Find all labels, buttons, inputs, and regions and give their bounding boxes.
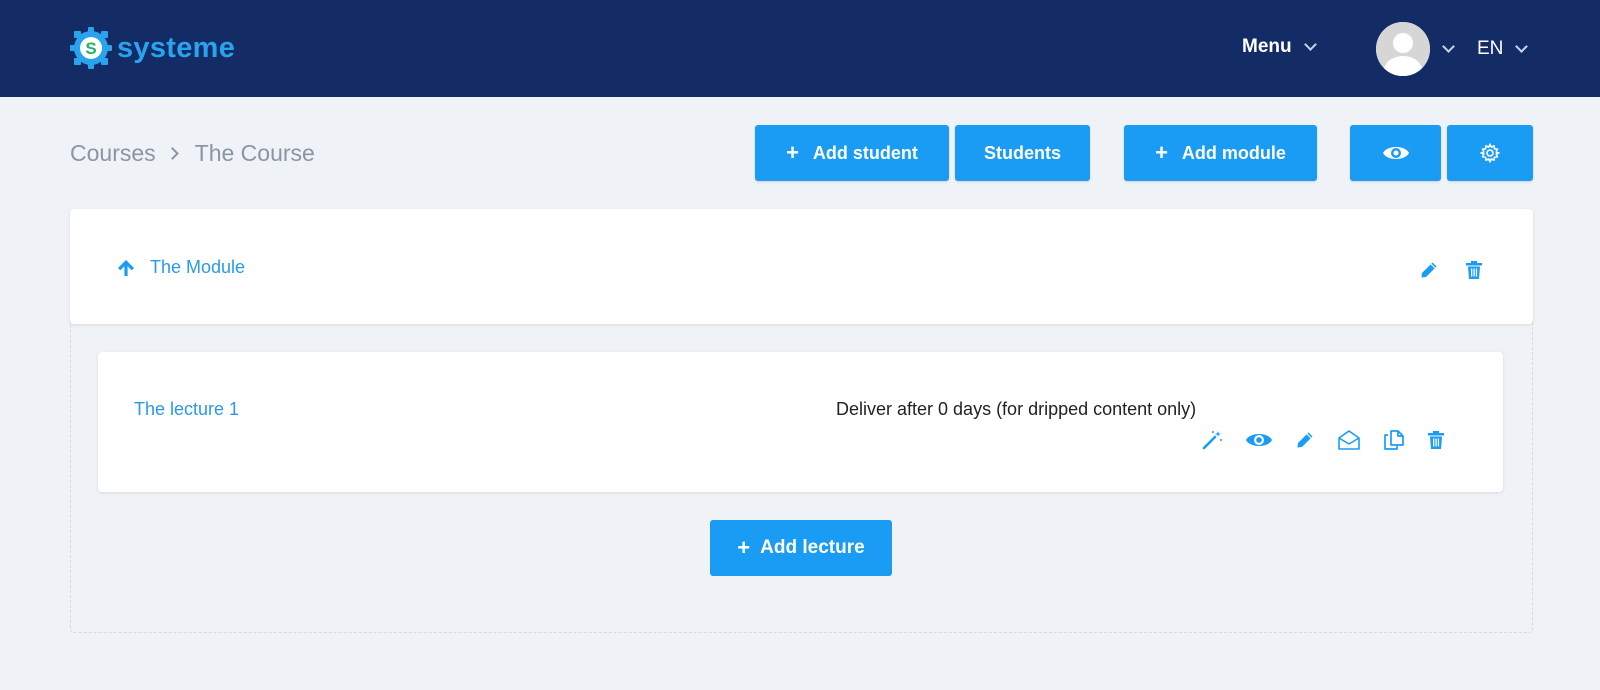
menu-label: Menu [1242,36,1292,57]
students-button[interactable]: Students [955,125,1090,181]
systeme-logo[interactable]: S systeme [69,26,235,70]
add-lecture-label: Add lecture [760,537,865,558]
breadcrumb: Courses The Course [70,140,315,167]
module-title-link[interactable]: The Module [116,257,245,278]
svg-text:S: S [85,39,96,58]
edit-lecture-page-button[interactable] [1201,429,1223,451]
lecture-delivery-text: Deliver after 0 days (for dripped conten… [836,399,1197,419]
add-student-label: Add student [812,142,918,163]
gear-icon [1480,143,1500,163]
language-label: EN [1477,38,1504,59]
pencil-icon [1297,432,1313,448]
delete-module-button[interactable] [1465,260,1483,280]
top-navbar: S systeme Menu EN [0,0,1600,97]
breadcrumb-courses[interactable]: Courses [70,140,156,167]
pencil-icon [1421,262,1437,278]
menu-dropdown[interactable]: Menu [1242,36,1317,58]
lecture-actions [1201,429,1467,451]
chevron-down-icon [1442,40,1455,53]
avatar[interactable] [1376,22,1430,76]
magic-wand-icon [1202,431,1222,450]
add-module-button[interactable]: + Add module [1124,125,1317,181]
plus-icon: + [786,140,799,165]
add-student-button[interactable]: + Add student [755,125,949,181]
breadcrumb-current: The Course [194,140,315,166]
add-lecture-button[interactable]: + Add lecture [710,520,892,576]
module-card [70,209,1533,324]
copy-icon [1384,430,1404,450]
language-selector[interactable]: EN [1477,38,1529,60]
plus-icon: + [1155,140,1168,165]
arrow-up-icon[interactable] [116,258,136,278]
eye-icon [1382,147,1409,159]
logo-text: systeme [117,31,236,64]
trash-icon [1428,431,1444,449]
delete-lecture-button[interactable] [1427,430,1445,450]
chevron-down-icon [1303,38,1317,51]
preview-course-button[interactable] [1350,125,1441,181]
systeme-gear-logo-icon: S [70,27,112,69]
add-module-label: Add module [1181,142,1286,163]
edit-lecture-button[interactable] [1295,430,1315,450]
edit-module-button[interactable] [1419,260,1439,280]
module-actions [1419,260,1483,280]
students-label: Students [983,142,1061,163]
user-menu[interactable] [1376,22,1455,76]
user-avatar-icon [1376,22,1430,76]
lecture-card [98,352,1503,492]
chevron-down-icon [1515,40,1529,53]
trash-icon [1466,261,1482,279]
preview-lecture-button[interactable] [1245,430,1273,450]
module-title: The Module [150,257,246,277]
chevron-right-icon [165,147,179,160]
lecture-email-button[interactable] [1337,429,1361,451]
lecture-title-link[interactable]: The lecture 1 [134,399,239,420]
plus-icon: + [737,535,751,560]
envelope-open-icon [1338,430,1360,450]
eye-icon [1246,434,1272,446]
duplicate-lecture-button[interactable] [1383,429,1405,451]
course-settings-button[interactable] [1447,125,1533,181]
